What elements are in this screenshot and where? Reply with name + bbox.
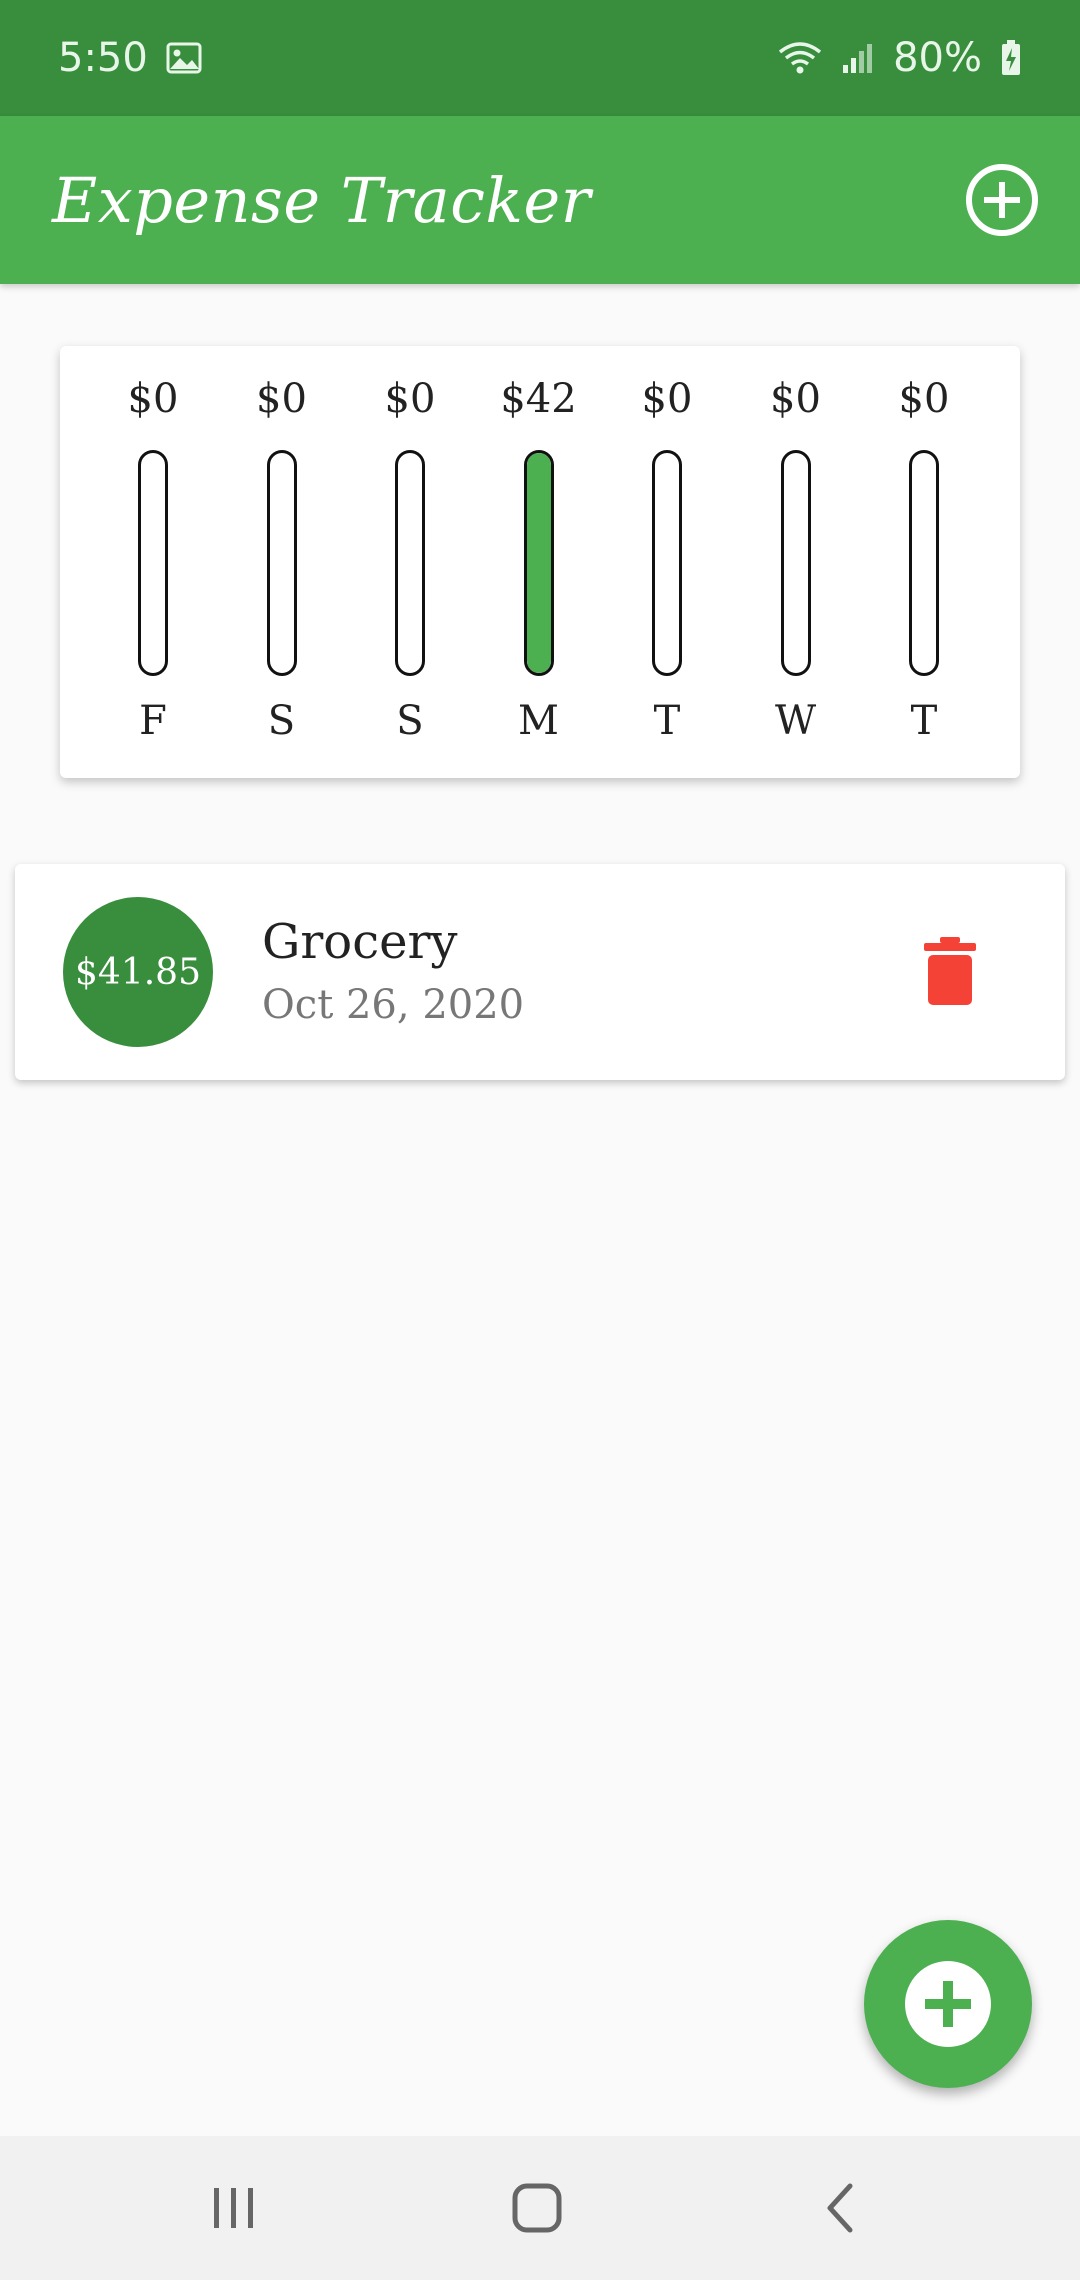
battery-charging-icon [1000,39,1022,77]
chart-bar-column: $0 T [874,346,974,778]
signal-icon [841,41,875,75]
chart-bar-column: $0 S [360,346,460,778]
system-nav-bar [0,2136,1080,2280]
chart-bar-track [652,450,682,676]
chart-bar-amount: $0 [641,376,693,422]
chart-day-label: S [396,698,424,744]
add-fab-button[interactable] [864,1920,1032,2088]
chart-bar-track [909,450,939,676]
back-button[interactable] [790,2172,890,2244]
delete-transaction-button[interactable] [910,930,990,1014]
app-root: 5:50 80% Expense Tracker $0 F $0 S $0 S … [0,0,1080,2280]
transaction-amount: $41.85 [75,951,201,993]
add-icon [905,1961,991,2047]
home-icon [512,2183,562,2233]
add-expense-button[interactable] [962,160,1042,240]
chart-bar-track [395,450,425,676]
recent-apps-button[interactable] [184,2172,284,2244]
chart-bar-column: $0 S [232,346,332,778]
chart-bar-amount: $42 [500,376,577,422]
transaction-title: Grocery [262,914,458,970]
chart-bar-track [138,450,168,676]
battery-text: 80% [893,35,982,81]
status-right: 80% [777,35,1022,81]
status-time: 5:50 [58,35,148,81]
chart-bar-amount: $0 [898,376,950,422]
add-circle-icon [966,164,1038,236]
recent-apps-icon [214,2188,253,2228]
chart-bar-amount: $0 [384,376,436,422]
chart-bar-track [266,450,297,676]
app-bar: Expense Tracker [0,116,1080,284]
chart-bar-column: $0 T [617,346,717,778]
transaction-date: Oct 26, 2020 [262,982,525,1028]
chart-day-label: W [774,698,817,744]
chart-bar-amount: $0 [256,376,307,422]
back-icon [827,2183,853,2233]
chart-bar-amount: $0 [770,376,821,422]
status-left: 5:50 [58,35,202,81]
chart-bar-fill [526,453,551,673]
chart-bar-track [523,450,554,676]
chart-day-label: T [653,698,681,744]
transaction-card: $41.85 Grocery Oct 26, 2020 [15,864,1065,1080]
chart-bar-amount: $0 [127,376,179,422]
trash-icon [924,937,976,1005]
weekly-chart-card: $0 F $0 S $0 S $42 M $0 T $0 W $0 T [60,346,1020,778]
status-bar: 5:50 80% [0,0,1080,116]
transaction-amount-badge: $41.85 [63,897,213,1047]
chart-bar-column: $0 W [746,346,846,778]
chart-day-label: F [139,698,167,744]
chart-bar-column: $42 M [489,346,589,778]
home-button[interactable] [487,2172,587,2244]
chart-day-label: M [518,698,559,744]
image-icon [166,42,202,74]
app-title: Expense Tracker [52,163,591,237]
chart-bar-column: $0 F [103,346,203,778]
chart-bar-track [780,450,811,676]
wifi-icon [777,40,823,76]
chart-day-label: T [910,698,938,744]
chart-day-label: S [267,698,296,744]
